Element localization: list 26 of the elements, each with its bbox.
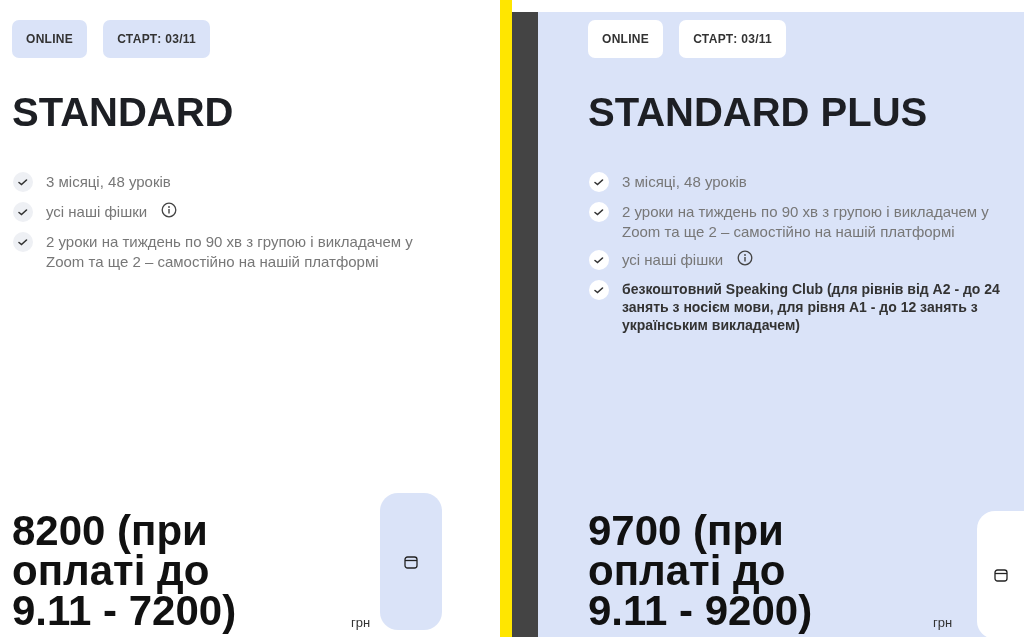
check-icon	[12, 171, 34, 193]
info-icon[interactable]	[737, 250, 754, 266]
currency-label: грн	[933, 613, 953, 632]
info-icon[interactable]	[161, 202, 178, 218]
feature-text: 2 уроки на тиждень по 90 хв з групою і викладачем у Zoom та ще 2 – самостійно на нашій платформі	[622, 202, 990, 241]
plan-title: STANDARD	[12, 92, 235, 132]
calendar-icon	[404, 554, 419, 569]
feature-text: усі наші фішки	[622, 250, 724, 270]
check-icon	[588, 171, 610, 193]
tag-label: ONLINE	[588, 20, 664, 58]
calendar-icon	[993, 568, 1008, 582]
feature-text: безкоштовний Speaking Club (для рівнів від А2 - до 24 занять з носієм мови, для рівня А1 - до 12 занять з українським викладачем)	[622, 280, 1001, 335]
tag-label: ONLINE	[12, 20, 88, 58]
check-icon	[588, 249, 610, 271]
currency-label: грн	[351, 613, 371, 632]
tag-label: СТАРТ: 03/11	[103, 20, 211, 58]
tag-label: СТАРТ: 03/11	[679, 20, 787, 58]
feature-text: 2 уроки на тиждень по 90 хв з групою і викладачем у Zoom та ще 2 – самостійно на нашій платформі	[46, 232, 414, 271]
feature-text: 3 місяці, 48 уроків	[622, 172, 747, 192]
feature-text: 3 місяці, 48 уроків	[46, 172, 171, 192]
check-icon	[588, 201, 610, 223]
plan-title: STANDARD PLUS	[588, 92, 929, 132]
feature-text: усі наші фішки	[46, 202, 148, 222]
check-icon	[12, 201, 34, 223]
check-icon	[588, 279, 610, 301]
check-icon	[12, 231, 34, 253]
